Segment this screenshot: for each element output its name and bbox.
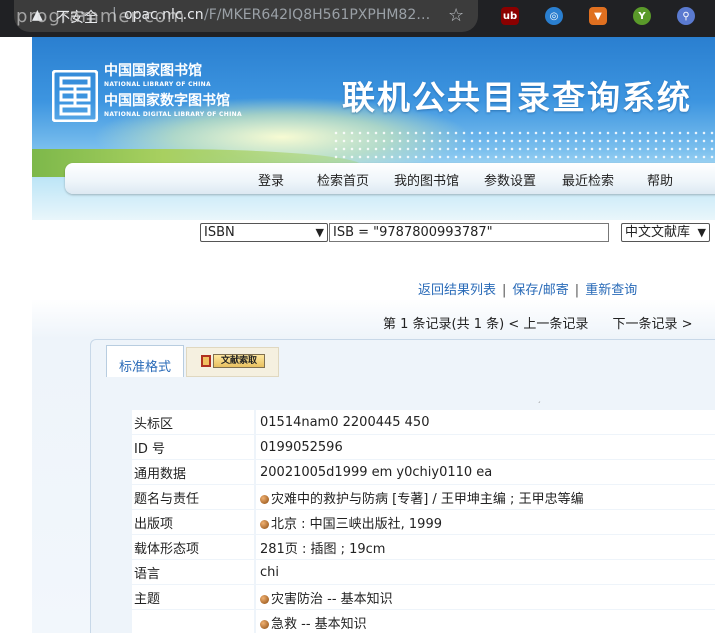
page: 中国国家图书馆 NATIONAL LIBRARY OF CHINA 中国国家数字… [32,37,715,633]
field-label [132,609,255,633]
field-label: 载体形态项 [132,534,255,560]
table-row: 载体形态项 281页 : 插图 ; 19cm [132,534,715,560]
field-label: 通用数据 [132,459,255,485]
field-value-text: 20021005d1999 em y0chiy0110 ea [260,464,493,480]
field-value-text[interactable]: 北京 : 中国三峡出版社, 1999 [271,517,442,532]
record-table: 头标区 01514nam0 2200445 450 ID 号 0199052596 通用… [132,410,715,633]
database-value: 中文文献库 [625,225,691,240]
field-value-text[interactable]: 急救 -- 基本知识 [271,617,367,632]
logo-text: 中国国家图书馆 NATIONAL LIBRARY OF CHINA 中国国家数字… [104,63,242,121]
field-label: 语言 [132,559,255,585]
field-value-text: 0199052596 [260,439,343,455]
field-value[interactable]: 灾害防治 -- 基本知识 [254,584,715,610]
system-title: 联机公共目录查询系统 [342,78,692,117]
link-bullet-icon [260,619,269,629]
main-nav: 登录 检索首页 我的图书馆 参数设置 最近检索 帮助 [65,163,715,194]
nav-preferences[interactable]: 参数设置 [484,170,536,189]
search-field-value: ISBN [204,225,235,240]
field-value-text: 281页 : 插图 ; 19cm [260,541,386,557]
logo-english-2: NATIONAL DIGITAL LIBRARY OF CHINA [104,111,242,118]
bookmark-star-icon[interactable]: ☆ [448,5,464,26]
nav-recent-searches[interactable]: 最近检索 [562,170,614,189]
field-value: 0199052596 [254,434,715,460]
bucket-extension-icon[interactable]: ▼ [589,7,607,25]
field-value: 281页 : 插图 ; 19cm [254,534,715,560]
nav-search-home[interactable]: 检索首页 [317,170,369,189]
field-label: 主题 [132,584,255,610]
search-field-select[interactable]: ISBN ▼ [200,223,328,242]
library-logo-icon [52,70,98,122]
field-value: 20021005d1999 em y0chiy0110 ea [254,459,715,485]
field-label: 头标区 [132,410,255,435]
header-banner: 中国国家图书馆 NATIONAL LIBRARY OF CHINA 中国国家数字… [32,37,715,220]
link-bullet-icon [260,494,269,504]
table-row: ID 号 0199052596 [132,434,715,460]
table-row: 题名与责任 灾难中的救护与防病 [专著] / 王甲坤主编 ; 王甲忠等编 [132,484,715,510]
field-value-text[interactable]: 灾害防治 -- 基本知识 [271,592,393,607]
result-actions: 返回结果列表 | 保存/邮寄 | 重新查询 [418,283,638,298]
table-row: 主题 灾害防治 -- 基本知识 [132,584,715,610]
save-email-link[interactable]: 保存/邮寄 [512,283,568,298]
table-row: 语言 chi [132,559,715,585]
field-label: 出版项 [132,509,255,535]
link-bullet-icon [260,594,269,604]
field-value-text: 01514nam0 2200445 450 [260,414,430,430]
field-label: ID 号 [132,434,255,460]
logo-name-1: 中国国家图书馆 [104,63,202,79]
field-label: 题名与责任 [132,484,255,510]
record-position: 第 1 条记录(共 1 条) [383,317,505,332]
search-query-input[interactable]: ISB = "9787800993787" [329,223,609,242]
table-row: 出版项 北京 : 中国三峡出版社, 1999 [132,509,715,535]
watermark: programmer.com [16,6,186,27]
logo-name-2: 中国国家数字图书馆 [104,93,230,109]
database-select[interactable]: 中文文献库 ▼ [621,223,710,242]
field-value: chi [254,559,715,585]
field-value: 01514nam0 2200445 450 [254,410,715,435]
record-navigation: 第 1 条记录(共 1 条) < 上一条记录 下一条记录 > [383,313,693,332]
new-search-link[interactable]: 重新查询 [585,283,637,298]
table-row: 通用数据 20021005d1999 em y0chiy0110 ea [132,459,715,485]
y-extension-icon[interactable]: Y [633,7,651,25]
field-value[interactable]: 急救 -- 基本知识 [254,609,715,633]
ublock-extension-icon[interactable]: ub [501,7,519,25]
globe-extension-icon[interactable]: ◎ [545,7,563,25]
chevron-down-icon: ▼ [697,226,706,239]
search-bar: ISBN ▼ ISB = "9787800993787" 中文文献库 ▼ [32,220,715,260]
browser-toolbar: ▲ 不安全 | opac.nlc.cn /F/MKER642IQ8H561PXP… [0,0,715,37]
field-value-text: chi [260,564,279,580]
document-request-icon [201,355,211,367]
table-row: 急救 -- 基本知识 [132,609,715,633]
nav-login[interactable]: 登录 [258,170,284,189]
nav-my-library[interactable]: 我的图书馆 [394,170,459,189]
url-path[interactable]: /F/MKER642IQ8H561PXPHM82… [204,7,430,23]
field-value-text[interactable]: 灾难中的救护与防病 [专著] / 王甲坤主编 ; 王甲忠等编 [271,492,584,507]
prev-record-link[interactable]: < 上一条记录 [508,317,588,332]
next-record-link[interactable]: 下一条记录 > [613,317,693,332]
tab-document-request-label: 文献索取 [213,354,265,368]
tab-document-request[interactable]: 文献索取 [186,347,279,377]
nav-help[interactable]: 帮助 [647,170,673,189]
search-extension-icon[interactable]: ⚲ [677,7,695,25]
chevron-down-icon: ▼ [315,226,324,239]
link-bullet-icon [260,519,269,529]
table-row: 头标区 01514nam0 2200445 450 [132,410,715,435]
back-to-list-link[interactable]: 返回结果列表 [418,283,496,298]
field-value[interactable]: 北京 : 中国三峡出版社, 1999 [254,509,715,535]
logo-english-1: NATIONAL LIBRARY OF CHINA [104,81,211,88]
field-value[interactable]: 灾难中的救护与防病 [专著] / 王甲坤主编 ; 王甲忠等编 [254,484,715,510]
tab-standard-format[interactable]: 标准格式 [106,345,184,377]
